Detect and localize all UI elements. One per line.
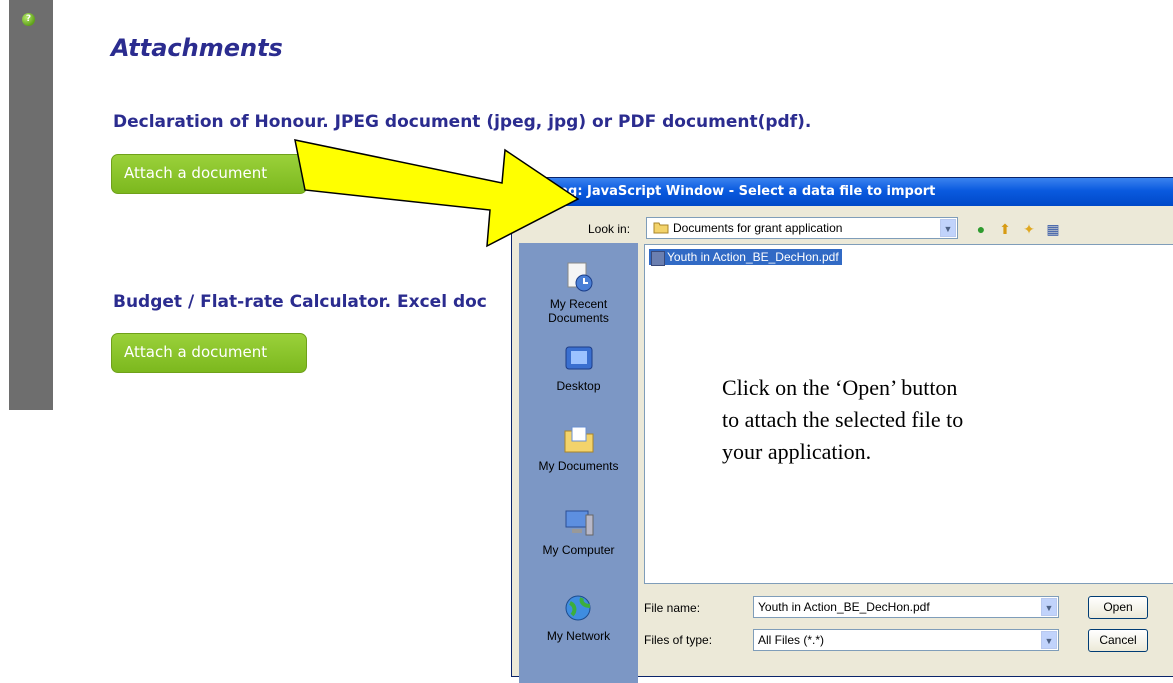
annotation-line: Click on the ‘Open’ button (722, 375, 958, 400)
arrow-shape (294, 139, 580, 248)
callout-arrow (294, 139, 580, 248)
annotation-line: your application. (722, 439, 872, 464)
annotation-line: to attach the selected file to (722, 407, 964, 432)
annotation-text: Click on the ‘Open’ button to attach the… (722, 372, 963, 468)
